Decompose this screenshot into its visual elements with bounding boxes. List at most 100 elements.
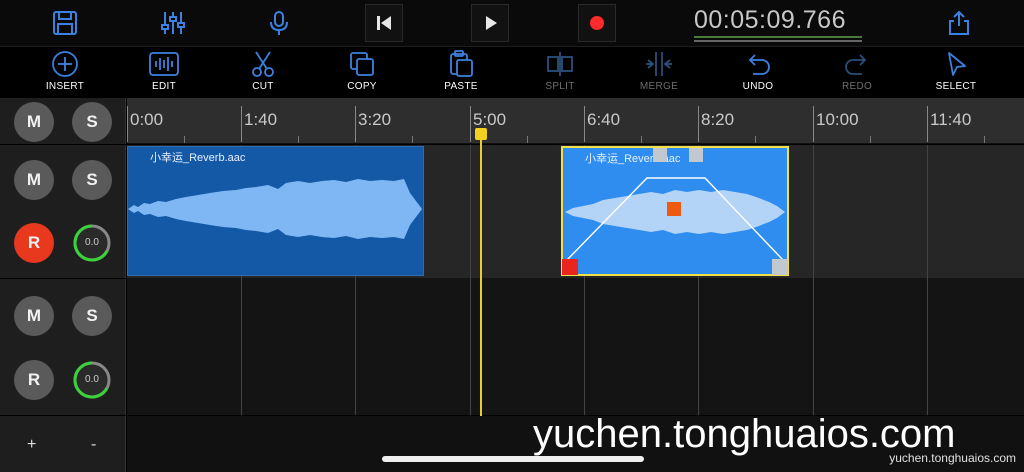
select-label: SELECT bbox=[935, 81, 977, 92]
merge-label: MERGE bbox=[639, 81, 679, 92]
track2-record-button[interactable]: R bbox=[14, 360, 54, 400]
ruler-tick bbox=[584, 106, 585, 142]
ruler-tick bbox=[813, 106, 814, 142]
playhead-line[interactable] bbox=[480, 130, 482, 416]
select-button[interactable]: SELECT bbox=[916, 49, 996, 97]
watermark-small: yuchen.tonghuaios.com bbox=[889, 451, 1016, 465]
plus-circle-icon bbox=[52, 51, 78, 77]
clip2-waveform bbox=[565, 177, 785, 261]
play-button[interactable] bbox=[471, 4, 509, 42]
track2-lane[interactable] bbox=[127, 278, 1024, 415]
ruler-minor-tick bbox=[527, 136, 528, 143]
skip-back-icon bbox=[377, 16, 391, 30]
edit-button[interactable]: EDIT bbox=[124, 49, 204, 97]
ruler-label: 5:00 bbox=[473, 110, 507, 129]
track-controls-column: M S M S R 0.0 M S R 0.0 + - bbox=[0, 98, 126, 472]
undo-button[interactable]: UNDO bbox=[718, 49, 798, 97]
microphone-icon[interactable] bbox=[264, 4, 294, 42]
cut-label: CUT bbox=[252, 81, 274, 92]
ruler-label: 3:20 bbox=[358, 110, 392, 129]
grid-line bbox=[470, 145, 471, 415]
audio-clip-1[interactable]: 小幸运_Reverb.aac bbox=[127, 146, 424, 276]
clip1-waveform bbox=[128, 179, 422, 239]
edit-label: EDIT bbox=[152, 81, 176, 92]
ruler-label: 1:40 bbox=[244, 110, 278, 129]
merge-icon bbox=[646, 52, 672, 76]
play-icon bbox=[486, 16, 497, 30]
redo-label: REDO bbox=[841, 81, 873, 92]
ruler-label: 0:00 bbox=[130, 110, 164, 129]
fade-out-top-handle[interactable] bbox=[689, 148, 703, 162]
redo-icon bbox=[845, 54, 867, 75]
master-solo-button[interactable]: S bbox=[72, 102, 112, 142]
ruler-label: 11:40 bbox=[930, 110, 972, 129]
timecode-underline bbox=[694, 36, 862, 38]
ruler-tick bbox=[470, 106, 471, 142]
master-mute-button[interactable]: M bbox=[14, 102, 54, 142]
mixer-icon[interactable] bbox=[158, 4, 188, 42]
ruler-minor-tick bbox=[641, 136, 642, 143]
ruler-minor-tick bbox=[984, 136, 985, 143]
ruler-minor-tick bbox=[755, 136, 756, 143]
grid-line bbox=[813, 145, 814, 415]
split-button[interactable]: SPLIT bbox=[520, 49, 600, 97]
track2-solo-button[interactable]: S bbox=[72, 296, 112, 336]
record-icon bbox=[590, 16, 604, 30]
record-button[interactable] bbox=[578, 4, 616, 42]
home-indicator[interactable] bbox=[382, 456, 644, 462]
ruler-tick bbox=[927, 106, 928, 142]
waveform-edit-icon bbox=[149, 52, 179, 76]
top-bar: 00:05:09.766 bbox=[0, 0, 1024, 46]
track2-volume-value: 0.0 bbox=[85, 374, 99, 385]
insert-button[interactable]: INSERT bbox=[25, 49, 105, 97]
ruler-tick bbox=[241, 106, 242, 142]
row-divider bbox=[0, 144, 126, 145]
edit-toolbar: INSERT EDIT CUT COPY PASTE SPLIT MERGE U… bbox=[0, 46, 1024, 98]
skip-back-button[interactable] bbox=[365, 4, 403, 42]
tracks-area[interactable]: 小幸运_Reverb.aac 小幸运_Reverb.aac bbox=[127, 145, 1024, 415]
remove-track-button[interactable]: - bbox=[91, 436, 96, 454]
ruler-tick bbox=[127, 106, 128, 142]
ruler-tick bbox=[355, 106, 356, 142]
fade-out-handle[interactable] bbox=[772, 259, 788, 275]
split-icon bbox=[547, 52, 573, 76]
ruler-minor-tick bbox=[412, 136, 413, 143]
timecode-underline-secondary bbox=[694, 40, 862, 42]
ruler-label: 8:20 bbox=[701, 110, 735, 129]
fade-in-handle[interactable] bbox=[562, 259, 578, 275]
timeline-ruler[interactable]: 0:00 1:40 3:20 5:00 6:40 8:20 10:00 11:4… bbox=[127, 98, 1024, 144]
playhead-handle[interactable] bbox=[475, 128, 487, 140]
track1-record-button[interactable]: R bbox=[14, 223, 54, 263]
grid-line bbox=[927, 145, 928, 415]
fade-in-top-handle[interactable] bbox=[653, 148, 667, 162]
copy-icon bbox=[350, 52, 374, 76]
paste-icon bbox=[450, 50, 473, 77]
paste-label: PASTE bbox=[444, 81, 478, 92]
undo-icon bbox=[748, 54, 770, 75]
track2-mute-button[interactable]: M bbox=[14, 296, 54, 336]
cut-button[interactable]: CUT bbox=[223, 49, 303, 97]
audio-clip-2-selected[interactable]: 小幸运_Reverb.aac bbox=[561, 146, 789, 276]
track1-mute-button[interactable]: M bbox=[14, 160, 54, 200]
ruler-label: 10:00 bbox=[816, 110, 859, 129]
share-icon[interactable] bbox=[944, 4, 974, 42]
merge-button[interactable]: MERGE bbox=[619, 49, 699, 97]
scissors-icon bbox=[252, 51, 274, 77]
insert-label: INSERT bbox=[45, 81, 85, 92]
ruler-minor-tick bbox=[184, 136, 185, 143]
row-divider bbox=[0, 415, 126, 416]
undo-label: UNDO bbox=[742, 81, 774, 92]
ruler-minor-tick bbox=[870, 136, 871, 143]
ruler-minor-tick bbox=[298, 136, 299, 143]
ruler-tick bbox=[698, 106, 699, 142]
copy-label: COPY bbox=[347, 81, 377, 92]
paste-button[interactable]: PASTE bbox=[421, 49, 501, 97]
add-track-button[interactable]: + bbox=[27, 436, 36, 454]
track1-volume-value: 0.0 bbox=[85, 237, 99, 248]
track1-solo-button[interactable]: S bbox=[72, 160, 112, 200]
save-icon[interactable] bbox=[50, 4, 80, 42]
timecode-display[interactable]: 00:05:09.766 bbox=[694, 6, 846, 35]
cursor-arrow-icon bbox=[948, 52, 966, 76]
copy-button[interactable]: COPY bbox=[322, 49, 402, 97]
redo-button[interactable]: REDO bbox=[817, 49, 897, 97]
